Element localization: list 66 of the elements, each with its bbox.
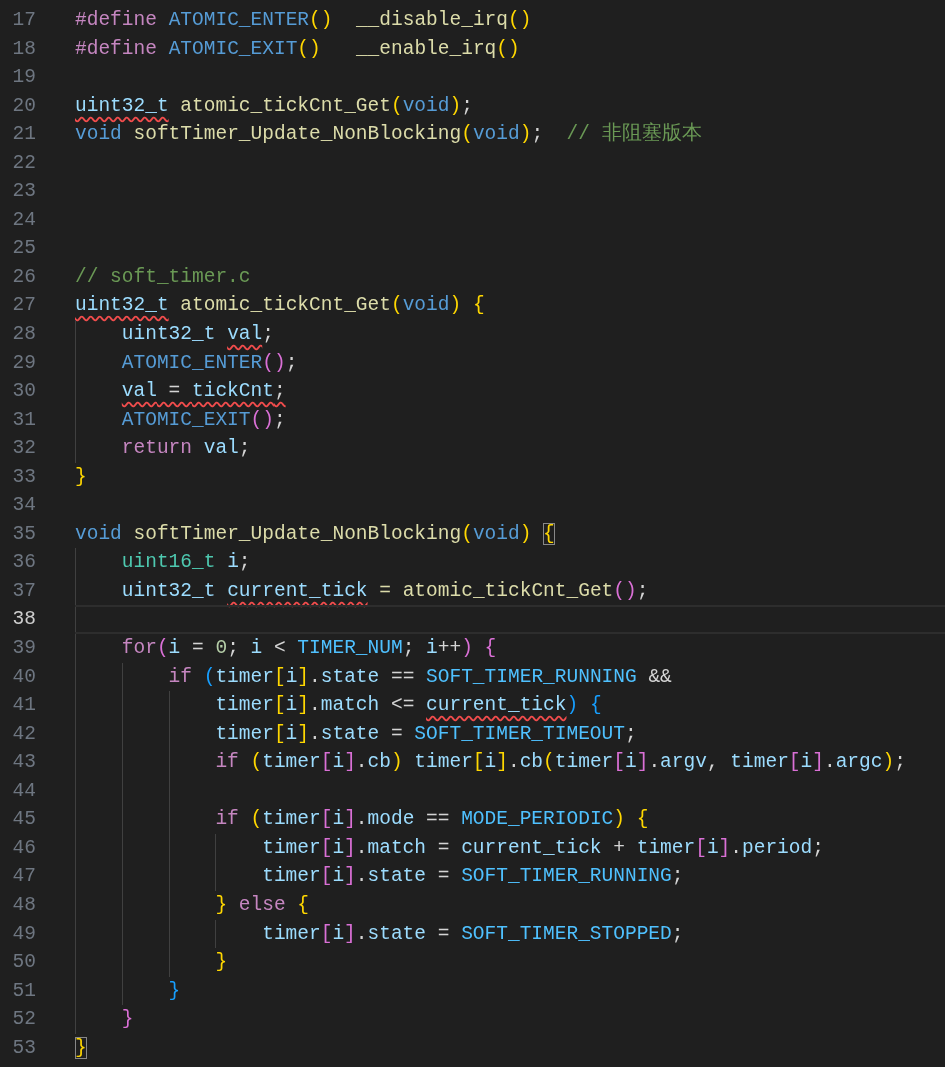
code-line: timer[i].state = SOFT_TIMER_TIMEOUT; xyxy=(215,721,637,747)
line-number: 37 xyxy=(11,578,36,604)
code-line: uint32_t val; xyxy=(121,322,274,347)
line-number: 51 xyxy=(11,978,36,1004)
line-number: 32 xyxy=(11,436,36,462)
code-line: if (timer[i].mode == MODE_PERIODIC) { xyxy=(215,807,649,833)
line-number: 23 xyxy=(11,179,36,205)
code-line: if (timer[i].cb) timer[i].cb(timer[i].argv, timer[i].argc); xyxy=(215,750,906,776)
line-number: 27 xyxy=(11,293,36,319)
line-number: 45 xyxy=(11,807,36,833)
line-number: 47 xyxy=(11,864,36,890)
line-number: 25 xyxy=(11,236,36,262)
line-number: 49 xyxy=(11,921,36,947)
line-number: 17 xyxy=(11,8,36,33)
line-number: 53 xyxy=(11,1035,36,1061)
line-number: 20 xyxy=(11,93,36,119)
code-line: } xyxy=(168,978,181,1004)
code-line: ATOMIC_ENTER(); xyxy=(121,350,298,376)
code-line: timer[i].match = current_tick + timer[i].period; xyxy=(262,835,824,861)
line-number: 31 xyxy=(11,407,36,433)
code-line: ATOMIC_EXIT(); xyxy=(121,407,286,433)
code-line: timer[i].match <= current_tick) { xyxy=(215,693,602,719)
code-line: #define ATOMIC_EXIT() __enable_irq() xyxy=(75,36,520,62)
line-number: 35 xyxy=(11,521,36,547)
code-line: void softTimer_Update_NonBlocking(void) { xyxy=(75,521,555,547)
code-line: for(i = 0; i < TIMER_NUM; i++) { xyxy=(121,636,497,662)
line-number: 22 xyxy=(11,150,36,176)
line-number: 40 xyxy=(11,664,36,690)
line-number: 41 xyxy=(11,693,36,719)
line-number: 30 xyxy=(11,379,36,405)
line-number: 28 xyxy=(11,322,36,347)
line-number: 21 xyxy=(11,122,36,148)
line-number: 36 xyxy=(11,550,36,576)
line-number: 44 xyxy=(11,778,36,804)
code-line: } else { xyxy=(215,892,309,918)
code-line: // soft_timer.c xyxy=(75,264,251,290)
line-number: 39 xyxy=(11,636,36,662)
line-number: 24 xyxy=(11,207,36,233)
code-line: return val; xyxy=(121,436,251,462)
code-line: timer[i].state = SOFT_TIMER_STOPPED; xyxy=(262,921,684,947)
code-line: uint32_t atomic_tickCnt_Get(void); xyxy=(75,93,473,119)
line-number: 29 xyxy=(11,350,36,376)
line-number: 48 xyxy=(11,892,36,918)
line-number: 50 xyxy=(11,950,36,976)
code-line: } xyxy=(215,950,228,976)
line-number: 26 xyxy=(11,264,36,290)
line-number: 52 xyxy=(11,1007,36,1033)
line-number: 42 xyxy=(11,721,36,747)
line-number: 38 xyxy=(11,607,36,633)
code-line: uint32_t current_tick = atomic_tickCnt_Get(); xyxy=(121,578,649,604)
line-number: 18 xyxy=(11,36,36,62)
line-number: 43 xyxy=(11,750,36,776)
code-line: void softTimer_Update_NonBlocking(void); // 非阻塞版本 xyxy=(75,121,702,148)
code-line: uint16_t i; xyxy=(121,550,251,576)
code-line: timer[i].state = SOFT_TIMER_RUNNING; xyxy=(262,864,684,890)
code-line: } xyxy=(75,1035,87,1061)
line-number: 34 xyxy=(11,493,36,519)
code-line: val = tickCnt; xyxy=(121,379,286,405)
line-number: 33 xyxy=(11,464,36,490)
code-line: } xyxy=(121,1007,134,1033)
code-line: } xyxy=(75,464,87,490)
line-number: 19 xyxy=(11,65,36,91)
code-line: uint32_t atomic_tickCnt_Get(void) { xyxy=(75,293,485,319)
code-line: if (timer[i].state == SOFT_TIMER_RUNNING && xyxy=(168,664,672,690)
line-number: 46 xyxy=(11,835,36,861)
code-line: #define ATOMIC_ENTER() __disable_irq() xyxy=(75,8,532,33)
